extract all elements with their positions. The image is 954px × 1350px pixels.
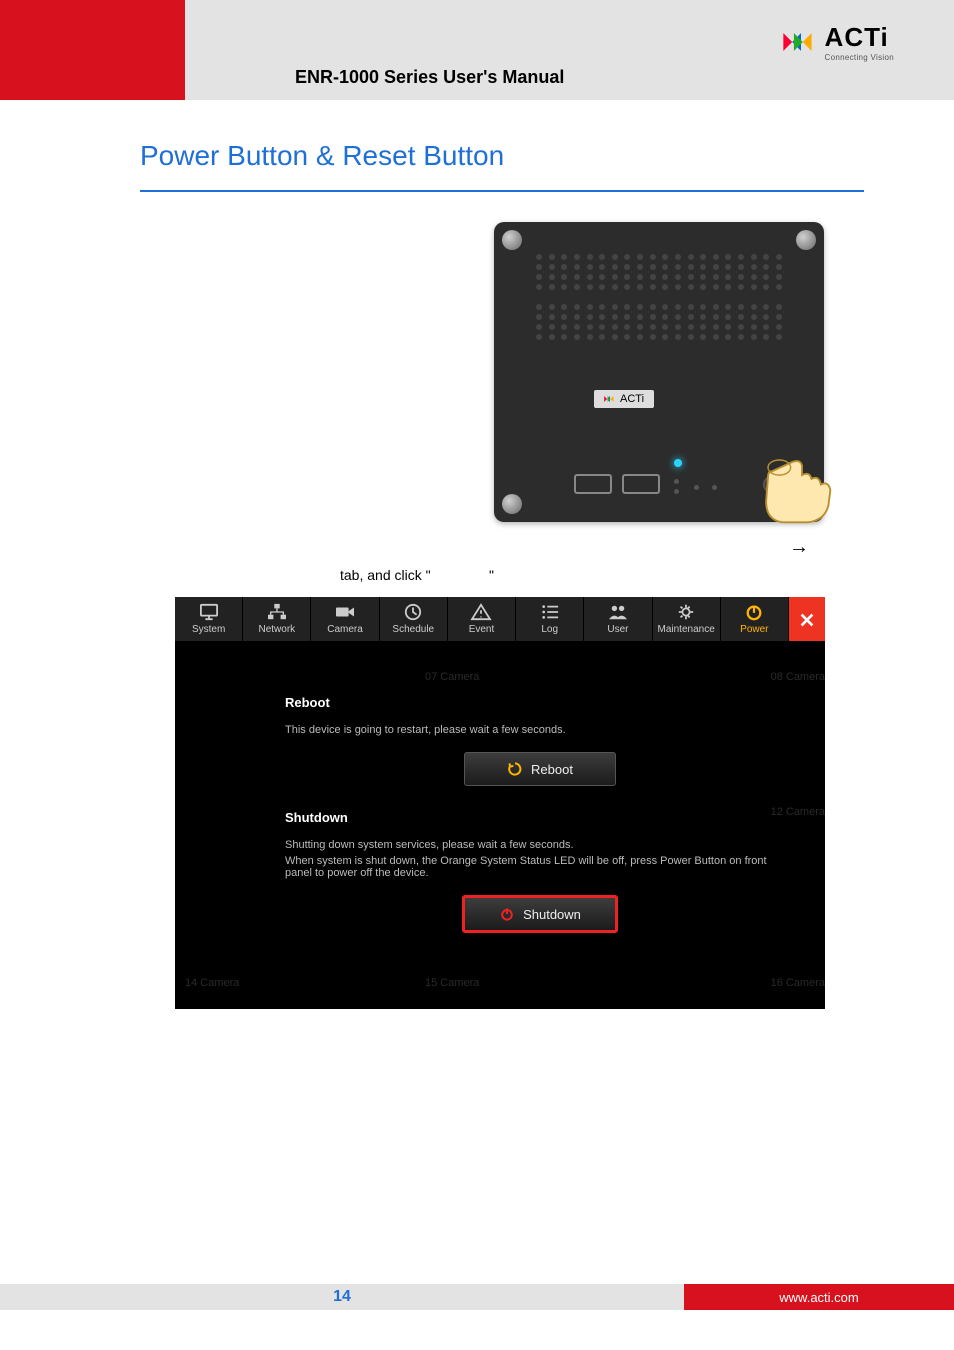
shutdown-button-label: Shutdown (523, 907, 581, 922)
ghost-label: 16 Camera (771, 977, 825, 989)
device-front-panel-illustration: ACTi (494, 222, 824, 522)
usb-port-icon (622, 474, 660, 494)
tab-event[interactable]: Event (448, 597, 516, 641)
tab-maintenance[interactable]: Maintenance (653, 597, 721, 641)
pointing-hand-icon (754, 443, 850, 528)
tab-system[interactable]: System (175, 597, 243, 641)
reboot-button[interactable]: Reboot (464, 752, 616, 786)
power-icon (743, 603, 765, 621)
section-rule (140, 190, 864, 192)
device-badge: ACTi (594, 390, 654, 408)
monitor-icon (198, 603, 220, 621)
section-heading: Power Button & Reset Button (140, 140, 864, 172)
reboot-button-label: Reboot (531, 762, 573, 777)
arrow-right-icon: → (140, 536, 809, 559)
page-number: 14 (0, 1284, 684, 1310)
tab-power[interactable]: Power (721, 597, 789, 641)
embedded-ui-screenshot: System Network Camera Schedule Event (175, 597, 825, 1009)
ghost-label: 07 Camera (425, 671, 479, 683)
tab-label: System (192, 624, 225, 635)
close-button[interactable] (789, 597, 825, 641)
brand-logo: ACTi Connecting Vision (783, 22, 894, 62)
users-icon (607, 603, 629, 621)
ghost-label: 08 Camera (771, 671, 825, 683)
list-icon (539, 603, 561, 621)
header-bar: ENR-1000 Series User's Manual ACTi Conne… (0, 0, 954, 100)
shutdown-text-1: Shutting down system services, please wa… (285, 839, 795, 851)
tab-schedule[interactable]: Schedule (380, 597, 448, 641)
tab-label: Schedule (392, 624, 434, 635)
network-icon (266, 603, 288, 621)
tab-camera[interactable]: Camera (311, 597, 379, 641)
vent-grille (536, 254, 782, 384)
tab-log[interactable]: Log (516, 597, 584, 641)
ghost-label: 15 Camera (425, 977, 479, 989)
gear-icon (675, 603, 697, 621)
tab-bar: System Network Camera Schedule Event (175, 597, 825, 641)
camera-icon (334, 603, 356, 621)
tab-label: Event (469, 624, 495, 635)
status-led-icon (674, 459, 682, 467)
usb-port-icon (574, 474, 612, 494)
reboot-text: This device is going to restart, please … (285, 724, 795, 736)
reboot-heading: Reboot (285, 695, 795, 710)
shutdown-button[interactable]: Shutdown (462, 895, 618, 933)
tab-network[interactable]: Network (243, 597, 311, 641)
shutdown-text-2: When system is shut down, the Orange Sys… (285, 855, 795, 879)
tab-label: User (607, 624, 628, 635)
shutdown-heading: Shutdown (285, 810, 795, 825)
ghost-label: 12 Camera (771, 806, 825, 818)
logo-tagline: Connecting Vision (825, 53, 894, 62)
warning-icon (470, 603, 492, 621)
device-badge-text: ACTi (620, 393, 644, 405)
instruction-text: tab, and click " " (140, 567, 864, 583)
power-icon (499, 906, 515, 922)
footer-url: www.acti.com (684, 1284, 954, 1310)
tab-label: Maintenance (658, 624, 715, 635)
logo-text: ACTi (825, 22, 894, 53)
tab-label: Network (258, 624, 295, 635)
reboot-icon (507, 761, 523, 777)
tab-user[interactable]: User (584, 597, 652, 641)
close-icon (796, 611, 818, 629)
manual-title: ENR-1000 Series User's Manual (185, 67, 954, 100)
tab-label: Power (740, 624, 768, 635)
clock-icon (402, 603, 424, 621)
ghost-label: 14 Camera (185, 977, 239, 989)
acti-logo-icon (783, 27, 819, 57)
tab-label: Log (541, 624, 558, 635)
header-red-block (0, 0, 185, 100)
tab-label: Camera (327, 624, 363, 635)
